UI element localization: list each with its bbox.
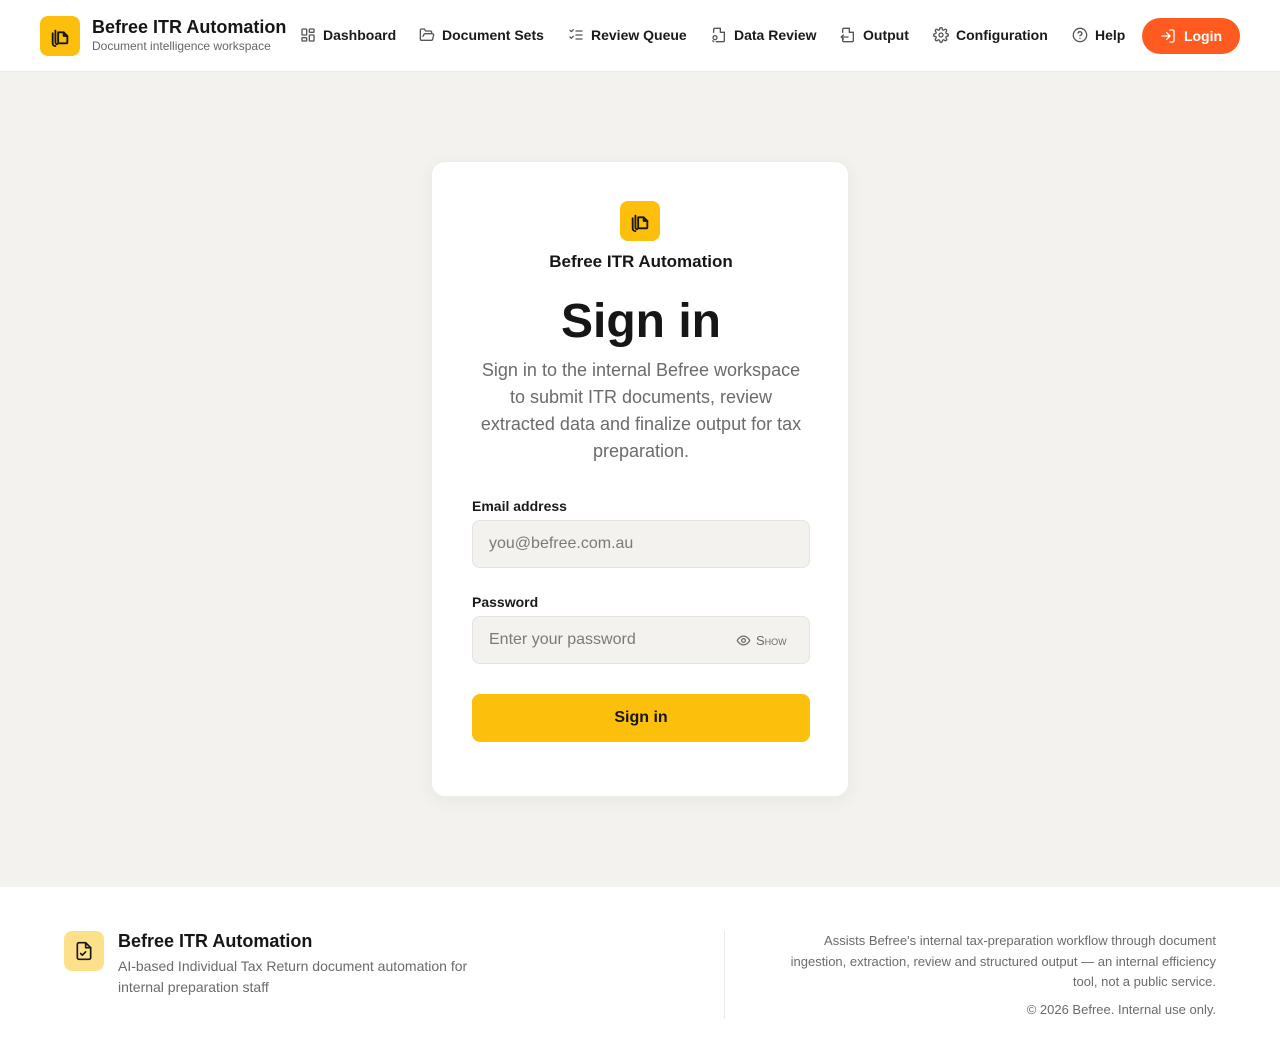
show-password-toggle[interactable]: Show (736, 632, 787, 648)
footer-file-check-icon (64, 931, 104, 971)
eye-icon (736, 635, 751, 645)
nav-output-label: Output (863, 27, 909, 43)
footer-description: AI-based Individual Tax Return document … (118, 958, 468, 995)
folder-open-icon (419, 28, 435, 41)
footer-about: Assists Befree's internal tax-preparatio… (790, 933, 1216, 989)
nav-configuration[interactable]: Configuration (933, 25, 1048, 45)
page-title: Sign in (561, 295, 721, 348)
email-field[interactable] (472, 520, 810, 568)
footer-title: Befree ITR Automation (118, 931, 313, 951)
nav-document-sets-label: Document Sets (442, 27, 544, 43)
checklist-icon (569, 29, 583, 40)
nav-help[interactable]: Help (1072, 25, 1125, 45)
nav-help-label: Help (1095, 27, 1126, 43)
email-label: Email address (472, 498, 567, 514)
card-brand-name: Befree ITR Automation (549, 252, 733, 271)
login-icon (1161, 29, 1175, 43)
dashboard-icon (301, 28, 315, 42)
sign-in-button[interactable]: Sign in (472, 694, 810, 742)
brand-subtitle: Document intelligence workspace (92, 39, 271, 53)
nav-output[interactable]: Output (840, 25, 909, 45)
file-output-icon (840, 27, 854, 43)
gear-icon (933, 27, 949, 43)
nav-dashboard[interactable]: Dashboard (300, 25, 396, 45)
nav-review-queue-label: Review Queue (591, 27, 687, 43)
file-search-icon (712, 27, 725, 43)
nav-configuration-label: Configuration (956, 27, 1048, 43)
nav-document-sets[interactable]: Document Sets (419, 25, 544, 45)
nav-review-queue[interactable]: Review Queue (568, 25, 687, 45)
login-button-label: Login (1183, 28, 1223, 44)
brand-logo-icon[interactable] (40, 16, 80, 56)
nav-dashboard-label: Dashboard (323, 27, 397, 43)
login-button[interactable]: Login (1142, 18, 1240, 54)
footer-copyright: © 2026 Befree. Internal use only. (1026, 1002, 1216, 1017)
footer-divider (724, 931, 725, 1019)
footer: Befree ITR Automation AI-based Individua… (0, 887, 1280, 1062)
sign-in-description: Sign in to the internal Befree workspace… (480, 360, 802, 461)
show-password-label: Show (756, 632, 787, 648)
top-nav-bar: Befree ITR Automation Document intellige… (0, 0, 1280, 72)
brand-title: Befree ITR Automation (92, 17, 287, 37)
nav-data-review[interactable]: Data Review (711, 25, 816, 45)
sign-in-card: Befree ITR Automation Sign in Sign in to… (431, 161, 849, 797)
card-logo-icon (620, 201, 660, 241)
nav-data-review-label: Data Review (734, 27, 817, 43)
help-circle-icon (1072, 27, 1088, 43)
password-label: Password (472, 594, 539, 610)
